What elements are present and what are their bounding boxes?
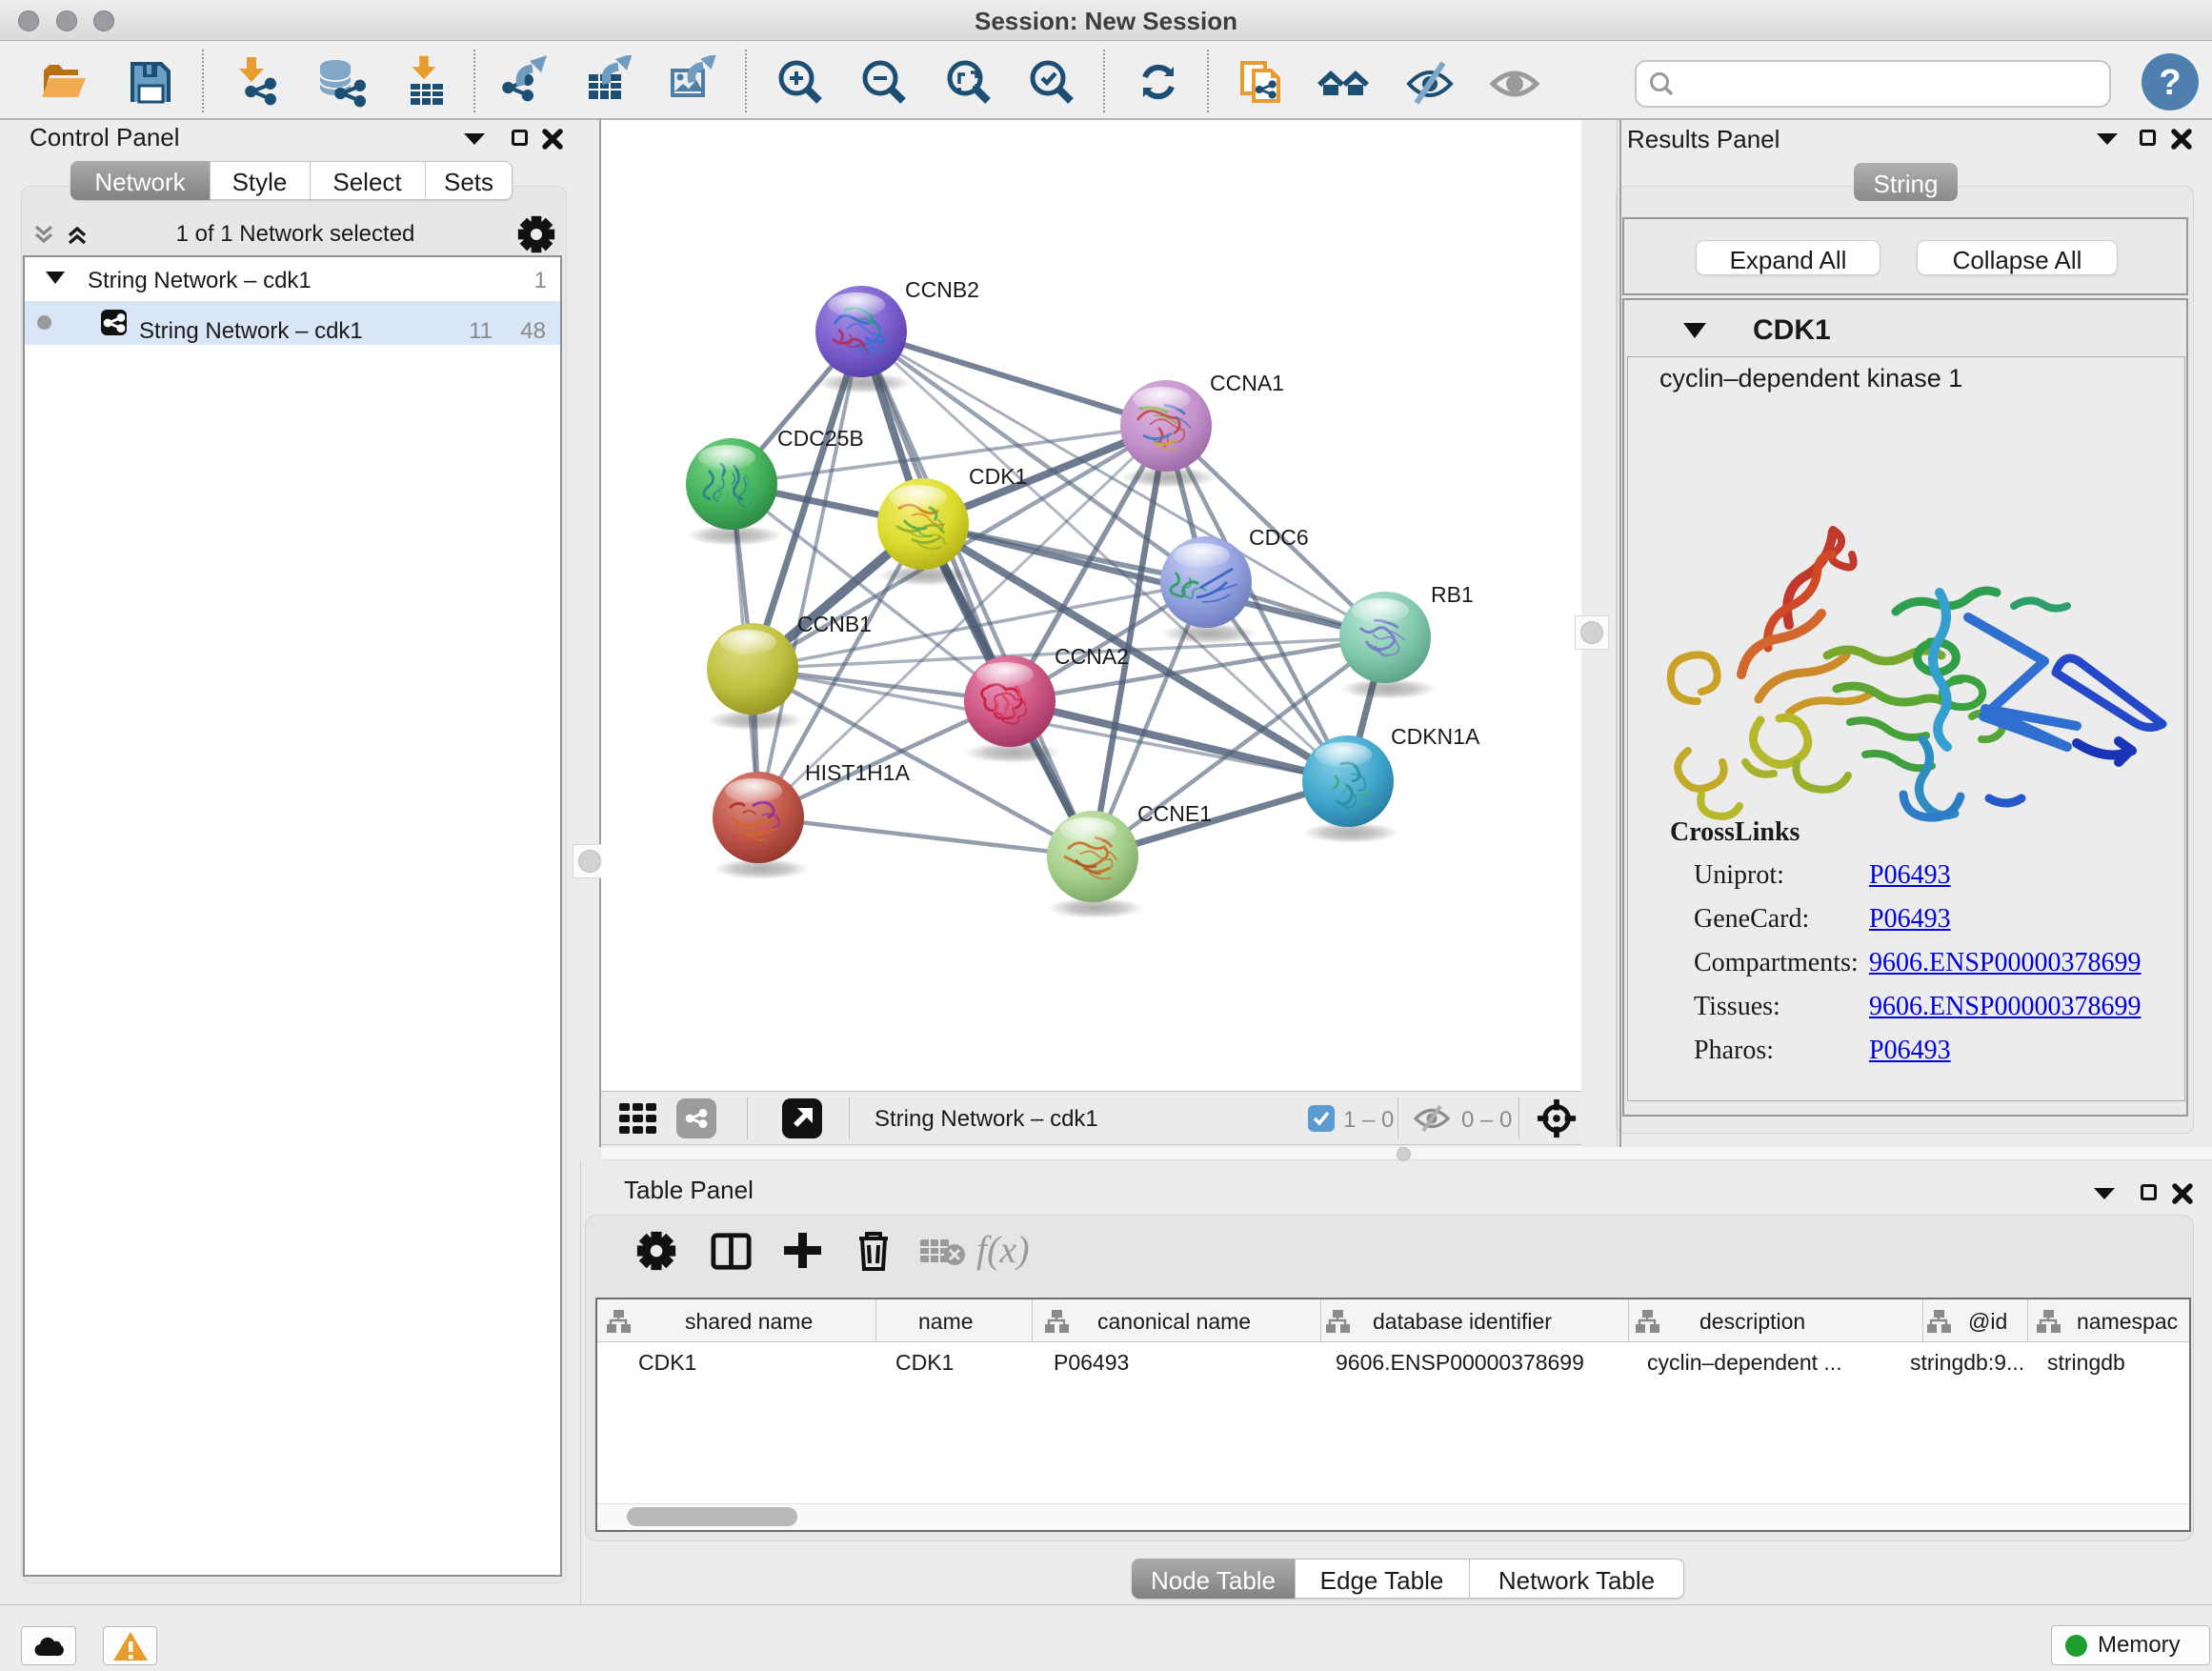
svg-text:CCNA1: CCNA1	[1210, 371, 1284, 395]
svg-text:CCNB1: CCNB1	[797, 612, 872, 636]
svg-text:RB1: RB1	[1431, 582, 1474, 607]
svg-text:CCNE1: CCNE1	[1137, 801, 1212, 826]
svg-text:CDC25B: CDC25B	[777, 426, 864, 451]
svg-text:CCNA2: CCNA2	[1055, 644, 1129, 669]
svg-text:CDK1: CDK1	[969, 464, 1027, 489]
svg-text:CDKN1A: CDKN1A	[1391, 724, 1480, 749]
svg-text:CCNB2: CCNB2	[905, 277, 979, 302]
svg-text:HIST1H1A: HIST1H1A	[805, 760, 911, 785]
svg-text:CDC6: CDC6	[1249, 525, 1309, 550]
